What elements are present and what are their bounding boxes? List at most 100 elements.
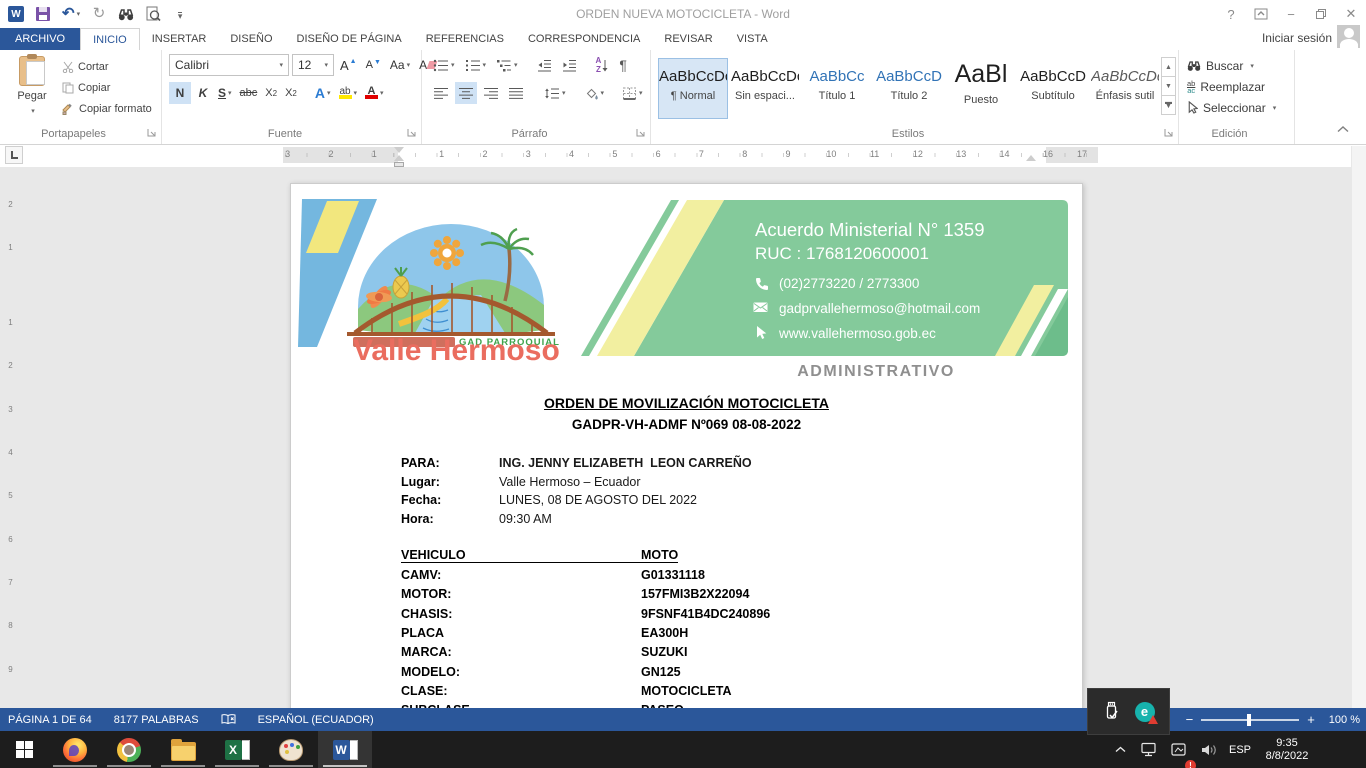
style-no-spacing[interactable]: AaBbCcDcSin espaci... [730,58,800,119]
style-heading2[interactable]: AaBbCcDTítulo 2 [874,58,944,119]
restore-button[interactable] [1306,0,1336,28]
style-subtitle[interactable]: AaBbCcDSubtítulo [1018,58,1088,119]
bold-button[interactable]: N [169,82,191,104]
ribbon-display-options-button[interactable] [1246,0,1276,28]
help-button[interactable]: ? [1216,0,1246,28]
start-button[interactable] [0,731,48,768]
text-effects-button[interactable]: A▾ [312,82,334,104]
document-canvas[interactable]: Acuerdo Ministerial N° 1359 RUC : 176812… [0,167,1366,708]
tray-chevron-button[interactable] [1108,731,1132,768]
tab-archivo[interactable]: ARCHIVO [0,28,80,50]
font-size-combo[interactable]: 12▾ [292,54,334,76]
align-center-button[interactable] [455,82,477,104]
right-indent-marker[interactable] [1026,155,1036,161]
antivirus-tray-icon[interactable]: e [1135,702,1155,722]
italic-button[interactable]: K [193,82,213,104]
align-right-button[interactable] [480,82,502,104]
zoom-out-button[interactable]: − [1186,710,1194,730]
style-title[interactable]: AaBlPuesto [946,58,1016,119]
tab-correspondencia[interactable]: CORRESPONDENCIA [516,28,652,50]
tab-referencias[interactable]: REFERENCIAS [414,28,516,50]
style-normal[interactable]: AaBbCcDc¶ Normal [658,58,728,119]
taskbar-paint[interactable] [264,731,318,768]
language-indicator[interactable]: ESPAÑOL (ECUADOR) [258,714,374,726]
strikethrough-button[interactable]: abc [237,82,261,104]
font-dialog-launcher[interactable] [407,128,417,138]
hanging-indent-marker[interactable] [394,155,404,161]
justify-button[interactable] [505,82,527,104]
collapse-ribbon-button[interactable] [1337,126,1349,133]
superscript-button[interactable]: X2 [282,82,300,104]
paragraph-dialog-launcher[interactable] [636,128,646,138]
zoom-slider-thumb[interactable] [1247,714,1251,726]
vertical-scrollbar[interactable] [1351,146,1366,708]
select-menu-button[interactable]: Seleccionar▾ [1187,97,1276,118]
shading-button[interactable]: ▾ [581,82,608,104]
cut-button[interactable]: Cortar [62,56,152,77]
highlight-color-button[interactable]: ab▾ [336,82,361,104]
font-color-button[interactable]: A▾ [362,82,387,104]
tray-volume-icon[interactable] [1196,731,1222,768]
line-spacing-button[interactable]: ▾ [541,82,569,104]
taskbar-word[interactable]: W [318,731,372,768]
proofing-icon[interactable] [221,713,236,726]
tab-diseno-pagina[interactable]: DISEÑO DE PÁGINA [285,28,414,50]
tab-inicio[interactable]: INICIO [80,28,140,50]
styles-gallery-expand[interactable]: ▬▼ [1161,95,1176,115]
tray-network-icon[interactable] [1136,731,1162,768]
sign-in-link[interactable]: Iniciar sesión [1262,28,1332,50]
format-painter-button[interactable]: Copiar formato [62,98,152,119]
decrease-indent-button[interactable] [534,54,555,76]
tray-clock[interactable]: 9:358/8/2022 [1256,731,1318,768]
sort-button[interactable]: AZ [593,54,613,76]
close-button[interactable]: ✕ [1336,0,1366,28]
ruler-mark: 17 [1065,147,1099,163]
left-indent-marker[interactable] [394,162,404,167]
tab-diseno[interactable]: DISEÑO [218,28,284,50]
numbering-button[interactable]: ▾ [462,54,490,76]
tab-insertar[interactable]: INSERTAR [140,28,219,50]
styles-dialog-launcher[interactable] [1164,128,1174,138]
copy-button[interactable]: Copiar [62,77,152,98]
grow-font-button[interactable]: A▲ [337,54,360,76]
change-case-button[interactable]: Aa▾ [387,54,413,76]
style-subtle-emphasis[interactable]: AaBbCcDcÉnfasis sutil [1090,58,1160,119]
zoom-in-button[interactable]: + [1307,710,1315,730]
tray-language[interactable]: ESP [1224,731,1256,768]
increase-indent-button[interactable] [559,54,580,76]
taskbar-explorer[interactable] [156,731,210,768]
borders-button[interactable]: ▾ [619,82,646,104]
tab-vista[interactable]: VISTA [725,28,780,50]
tab-revisar[interactable]: REVISAR [652,28,724,50]
underline-button[interactable]: S▾ [215,82,235,104]
usb-drive-icon[interactable] [1103,700,1119,724]
styles-scroll-down[interactable]: ▼ [1161,76,1176,96]
vehicle-row-value: GN125 [641,665,681,684]
tray-security-icon[interactable]: ! [1166,731,1192,768]
paste-button[interactable]: Pegar ▾ [6,53,58,137]
replace-button[interactable]: abac Reemplazar [1187,76,1276,97]
zoom-level[interactable]: 100 % [1329,714,1360,726]
shrink-font-button[interactable]: A▼ [363,54,384,76]
zoom-slider[interactable] [1201,719,1299,721]
user-avatar-icon[interactable] [1337,25,1360,48]
taskbar-excel[interactable]: X [210,731,264,768]
style-heading1[interactable]: AaBbCcTítulo 1 [802,58,872,119]
taskbar-firefox[interactable] [48,731,102,768]
first-line-indent-marker[interactable] [394,147,404,153]
tab-stop-selector[interactable] [5,146,23,164]
multilevel-list-button[interactable]: ▾ [493,54,521,76]
clipboard-dialog-launcher[interactable] [147,128,157,138]
minimize-button[interactable]: − [1276,0,1306,28]
word-count[interactable]: 8177 PALABRAS [114,714,199,726]
subscript-button[interactable]: X2 [262,82,280,104]
find-menu-button[interactable]: Buscar▾ [1187,55,1276,76]
align-left-button[interactable] [430,82,452,104]
show-marks-button[interactable]: ¶ [616,54,630,76]
page-indicator[interactable]: PÁGINA 1 DE 64 [8,714,92,726]
bullets-button[interactable]: ▾ [430,54,458,76]
styles-scroll-up[interactable]: ▲ [1161,57,1176,77]
font-family-combo[interactable]: Calibri▾ [169,54,289,76]
taskbar-chrome[interactable] [102,731,156,768]
document-page[interactable]: Acuerdo Ministerial N° 1359 RUC : 176812… [290,183,1083,708]
